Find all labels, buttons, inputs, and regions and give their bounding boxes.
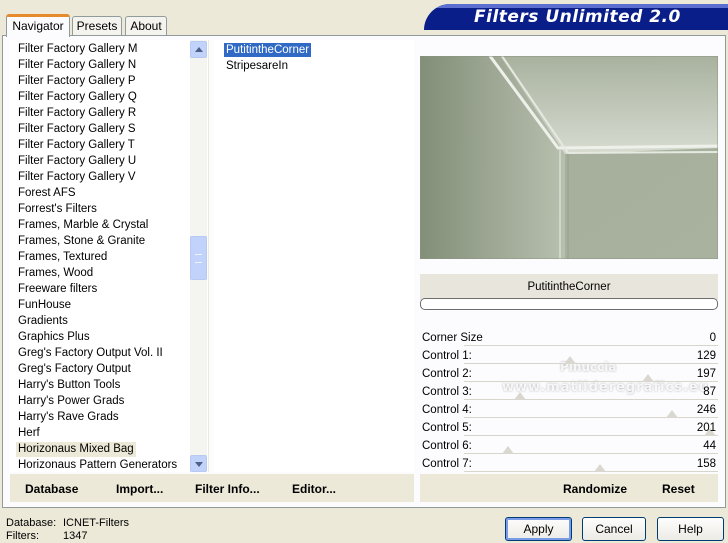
category-item[interactable]: Filter Factory Gallery R — [16, 106, 138, 121]
filters-count-label: Filters: — [6, 530, 39, 542]
control-label: Control 7: — [422, 458, 472, 470]
control-row[interactable]: Corner Size 0 — [420, 330, 718, 348]
category-item[interactable]: Filter Factory Gallery M — [16, 42, 140, 57]
slider-track[interactable] — [464, 381, 718, 382]
slider-knob[interactable] — [514, 392, 526, 400]
category-item[interactable]: Filter Factory Gallery N — [16, 58, 138, 73]
category-item[interactable]: Filter Factory Gallery Q — [16, 90, 139, 105]
control-label: Control 3: — [422, 386, 472, 398]
slider-track[interactable] — [464, 435, 718, 436]
slider-track[interactable] — [464, 363, 718, 364]
filters-count-value: 1347 — [63, 530, 88, 542]
slider-track[interactable] — [464, 345, 718, 346]
app-title: Filters Unlimited 2.0 — [474, 7, 681, 27]
control-value: 246 — [696, 404, 716, 416]
import-button[interactable]: Import... — [116, 482, 163, 496]
control-row[interactable]: Control 5: 201 — [420, 420, 718, 438]
background-window-remnant — [40, 0, 340, 6]
scroll-thumb[interactable] — [190, 236, 207, 280]
slider-knob[interactable] — [666, 410, 678, 418]
category-item[interactable]: Filter Factory Gallery U — [16, 154, 138, 169]
control-value: 0 — [709, 332, 716, 344]
help-button[interactable]: Help — [657, 517, 724, 541]
filter-info-button[interactable]: Filter Info... — [195, 482, 260, 496]
category-item[interactable]: Forest AFS — [16, 186, 78, 201]
control-row[interactable]: Control 3: 87 — [420, 384, 718, 402]
cancel-button[interactable]: Cancel — [582, 517, 646, 541]
control-value: 129 — [696, 350, 716, 362]
category-item[interactable]: Filter Factory Gallery V — [16, 170, 138, 185]
control-label: Control 2: — [422, 368, 472, 380]
slider-knob[interactable] — [642, 374, 654, 382]
control-label: Control 1: — [422, 350, 472, 362]
control-value: 197 — [696, 368, 716, 380]
control-row[interactable]: Control 6: 44 — [420, 438, 718, 456]
category-item[interactable]: Frames, Marble & Crystal — [16, 218, 150, 233]
control-label: Control 6: — [422, 440, 472, 452]
filter-list[interactable] — [214, 40, 414, 472]
category-item[interactable]: Freeware filters — [16, 282, 99, 297]
randomize-button[interactable]: Randomize — [563, 482, 627, 496]
database-button[interactable]: Database — [25, 482, 78, 496]
reset-button[interactable]: Reset — [662, 482, 695, 496]
filter-item[interactable]: PutitintheCorner — [224, 43, 312, 57]
control-row[interactable]: Control 2: 197 — [420, 366, 718, 384]
control-label: Control 5: — [422, 422, 472, 434]
slider-track[interactable] — [464, 399, 718, 400]
category-item[interactable]: Frames, Textured — [16, 250, 109, 265]
scroll-down-button[interactable] — [190, 455, 207, 472]
control-value: 201 — [696, 422, 716, 434]
category-item[interactable]: Filter Factory Gallery T — [16, 138, 137, 153]
category-item[interactable]: Herf — [16, 426, 42, 441]
category-item[interactable]: Harry's Power Grads — [16, 394, 126, 409]
category-item[interactable]: Filter Factory Gallery S — [16, 122, 138, 137]
slider-knob[interactable] — [502, 446, 514, 454]
control-value: 44 — [703, 440, 716, 452]
category-item[interactable]: Harry's Rave Grads — [16, 410, 121, 425]
database-value: ICNET-Filters — [63, 517, 129, 529]
progress-bar — [420, 298, 718, 310]
apply-button[interactable]: Apply — [505, 517, 572, 541]
category-scrollbar[interactable] — [190, 40, 207, 472]
scroll-up-button[interactable] — [190, 41, 207, 58]
category-item[interactable]: Frames, Stone & Granite — [16, 234, 147, 249]
slider-knob[interactable] — [564, 356, 576, 364]
slider-knob[interactable] — [594, 464, 606, 472]
control-value: 87 — [703, 386, 716, 398]
filter-name-label: PutitintheCorner — [420, 274, 718, 300]
category-item[interactable]: Frames, Wood — [16, 266, 95, 281]
tab-presets[interactable]: Presets — [72, 16, 122, 35]
app-banner: Filters Unlimited 2.0 — [424, 4, 728, 30]
category-item[interactable]: Horizonaus Mixed Bag — [16, 442, 136, 457]
filter-item[interactable]: StripesareIn — [224, 59, 290, 73]
control-row[interactable]: Control 7: 158 — [420, 456, 718, 474]
control-row[interactable]: Control 4: 246 — [420, 402, 718, 420]
editor-button[interactable]: Editor... — [292, 482, 336, 496]
tab-navigator[interactable]: Navigator — [6, 14, 70, 37]
control-row[interactable]: Control 1: 129 — [420, 348, 718, 366]
category-item[interactable]: Filter Factory Gallery P — [16, 74, 138, 89]
slider-track[interactable] — [464, 417, 718, 418]
category-item[interactable]: Gradients — [16, 314, 70, 329]
slider-track[interactable] — [464, 471, 718, 472]
category-item[interactable]: Harry's Button Tools — [16, 378, 122, 393]
filter-preview — [420, 56, 718, 259]
control-value: 158 — [696, 458, 716, 470]
control-label: Corner Size — [422, 332, 483, 344]
category-item[interactable]: Greg's Factory Output Vol. II — [16, 346, 165, 361]
tab-about[interactable]: About — [125, 16, 167, 35]
category-item[interactable]: Forrest's Filters — [16, 202, 99, 217]
category-item[interactable]: Graphics Plus — [16, 330, 92, 345]
category-item[interactable]: FunHouse — [16, 298, 73, 313]
control-label: Control 4: — [422, 404, 472, 416]
category-item[interactable]: Greg's Factory Output — [16, 362, 133, 377]
database-label: Database: — [6, 517, 57, 529]
category-item[interactable]: Horizonaus Pattern Generators — [16, 458, 179, 473]
